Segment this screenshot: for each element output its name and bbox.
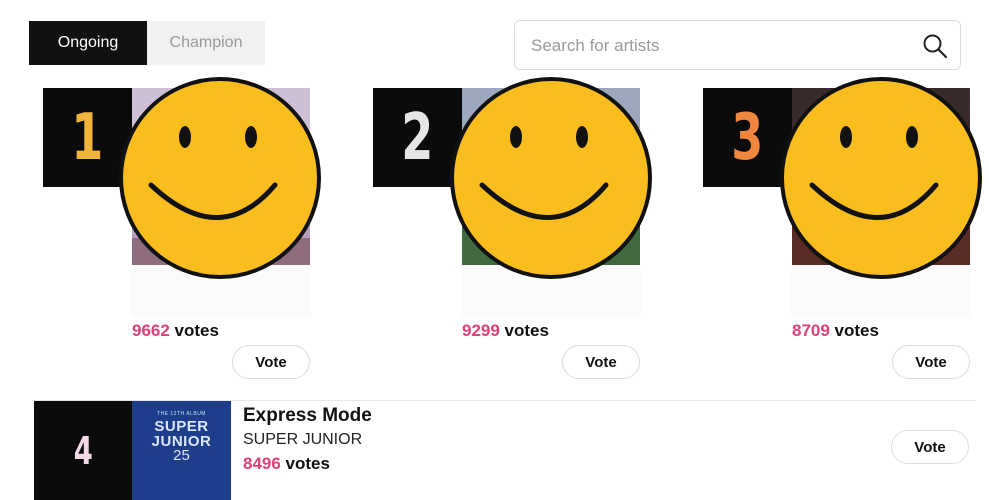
vote-count: 9299 votes xyxy=(462,321,549,340)
tab-bar: Ongoing Champion xyxy=(29,21,265,65)
smiley-face-icon xyxy=(780,77,982,279)
rank-badge: 4 xyxy=(34,401,132,500)
album-cover[interactable]: THE 12TH ALBUM SUPER JUNIOR 25 xyxy=(132,401,231,500)
vote-button[interactable]: Vote xyxy=(892,345,970,379)
smiley-face-icon xyxy=(119,77,321,279)
smiley-face-icon xyxy=(450,77,652,279)
vote-button[interactable]: Vote xyxy=(232,345,310,379)
tab-champion[interactable]: Champion xyxy=(147,21,265,65)
vote-count: 8496 votes xyxy=(243,454,330,473)
artist-name: SUPER JUNIOR xyxy=(243,431,363,448)
album-cover-line3: 25 xyxy=(173,447,190,464)
vote-count: 8709 votes xyxy=(792,321,879,340)
song-title: Express Mode xyxy=(243,405,372,426)
album-cover-subtitle: THE 12TH ALBUM xyxy=(157,411,206,417)
search-input[interactable] xyxy=(529,21,913,71)
rank-number: 3 xyxy=(731,100,764,175)
rank-number: 4 xyxy=(73,428,93,473)
vote-count: 9662 votes xyxy=(132,321,219,340)
search-box xyxy=(514,20,961,71)
vote-button[interactable]: Vote xyxy=(562,345,640,379)
search-icon[interactable] xyxy=(922,33,948,59)
rank-number: 1 xyxy=(71,100,104,175)
rank-number: 2 xyxy=(401,100,434,175)
vote-button[interactable]: Vote xyxy=(891,430,969,464)
tab-ongoing[interactable]: Ongoing xyxy=(29,21,147,65)
